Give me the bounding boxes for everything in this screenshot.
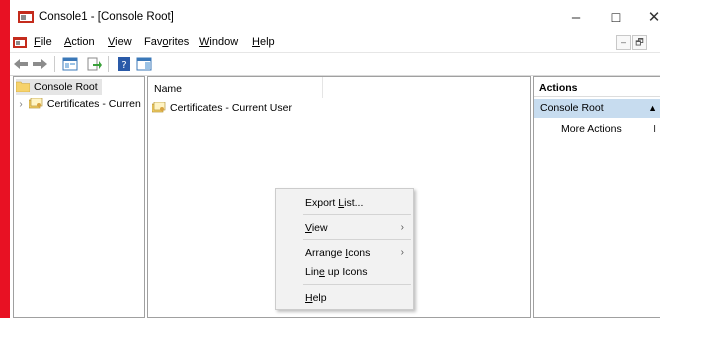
expand-chevron-icon[interactable]: › (16, 97, 26, 113)
menu-bar: File Action View Favorites Window Help –… (10, 34, 660, 52)
minimize-button[interactable]: – (558, 7, 594, 29)
back-arrow-icon[interactable] (13, 56, 29, 72)
forward-arrow-icon[interactable] (32, 56, 48, 72)
menu-file[interactable]: File (34, 36, 52, 48)
tree-item-label: Certificates - Curren (46, 98, 141, 110)
tree-item-console-root[interactable]: Console Root (16, 79, 102, 95)
actions-header: Actions (534, 77, 660, 97)
context-item-help[interactable]: Help (305, 292, 327, 304)
window-title: Console1 - [Console Root] (39, 11, 174, 23)
context-item-line-up-icons[interactable]: Line up Icons (305, 266, 367, 278)
show-hide-tree-icon[interactable] (62, 56, 78, 72)
submenu-arrow-icon: I (653, 123, 656, 135)
toolbar: ? (10, 52, 660, 76)
title-bar[interactable]: Console1 - [Console Root] – ☐ ✕ (10, 0, 660, 34)
close-button[interactable]: ✕ (636, 7, 672, 29)
tree-item-certificates[interactable]: › Certificates - Curren (16, 96, 141, 112)
menu-help[interactable]: Help (252, 36, 275, 48)
mdi-restore-button[interactable]: 🗗 (632, 35, 647, 50)
context-item-arrange-icons[interactable]: Arrange Icons (305, 247, 370, 259)
help-icon[interactable]: ? (116, 56, 132, 72)
tree-item-label: Console Root (34, 81, 98, 93)
show-hide-action-pane-icon[interactable] (136, 56, 152, 72)
context-item-view[interactable]: View (305, 222, 328, 234)
list-item[interactable]: Certificates - Current User (152, 102, 292, 114)
menu-separator (303, 214, 411, 215)
maximize-button[interactable]: ☐ (598, 7, 634, 29)
mmc-app-icon (18, 11, 34, 23)
toolbar-separator (54, 56, 55, 72)
column-header-name[interactable]: Name (148, 77, 323, 98)
actions-section-label: Console Root (540, 102, 604, 114)
submenu-arrow-icon: › (400, 247, 404, 258)
collapse-arrow-icon[interactable]: ▲ (648, 99, 657, 118)
certificate-store-icon (152, 102, 166, 113)
mmc-window: Console1 - [Console Root] – ☐ ✕ File Act… (0, 0, 660, 318)
mdi-minimize-button[interactable]: – (616, 35, 631, 50)
list-item-label: Certificates - Current User (170, 102, 292, 114)
actions-pane: Actions Console Root ▲ More Actions I (533, 76, 660, 318)
menu-separator (303, 284, 411, 285)
menu-view[interactable]: View (108, 36, 132, 48)
menu-separator (303, 239, 411, 240)
context-menu: Export List... View › Arrange Icons › Li… (275, 188, 414, 310)
window-accent-border (0, 0, 10, 318)
console-tree-pane: Console Root › Certificates - Curren (13, 76, 145, 318)
context-item-export-list[interactable]: Export List... (305, 197, 363, 209)
svg-text:?: ? (121, 60, 126, 71)
certificate-store-icon (28, 98, 43, 109)
folder-icon (16, 81, 30, 92)
menu-action[interactable]: Action (64, 36, 95, 48)
menu-favorites[interactable]: Favorites (144, 36, 189, 48)
submenu-arrow-icon: › (400, 222, 404, 233)
export-list-icon[interactable] (86, 56, 102, 72)
actions-section-console-root[interactable]: Console Root ▲ (534, 99, 660, 118)
menu-window[interactable]: Window (199, 36, 238, 48)
more-actions-link[interactable]: More Actions (561, 123, 622, 135)
toolbar-separator (108, 56, 109, 72)
document-system-menu-icon[interactable] (13, 36, 27, 49)
